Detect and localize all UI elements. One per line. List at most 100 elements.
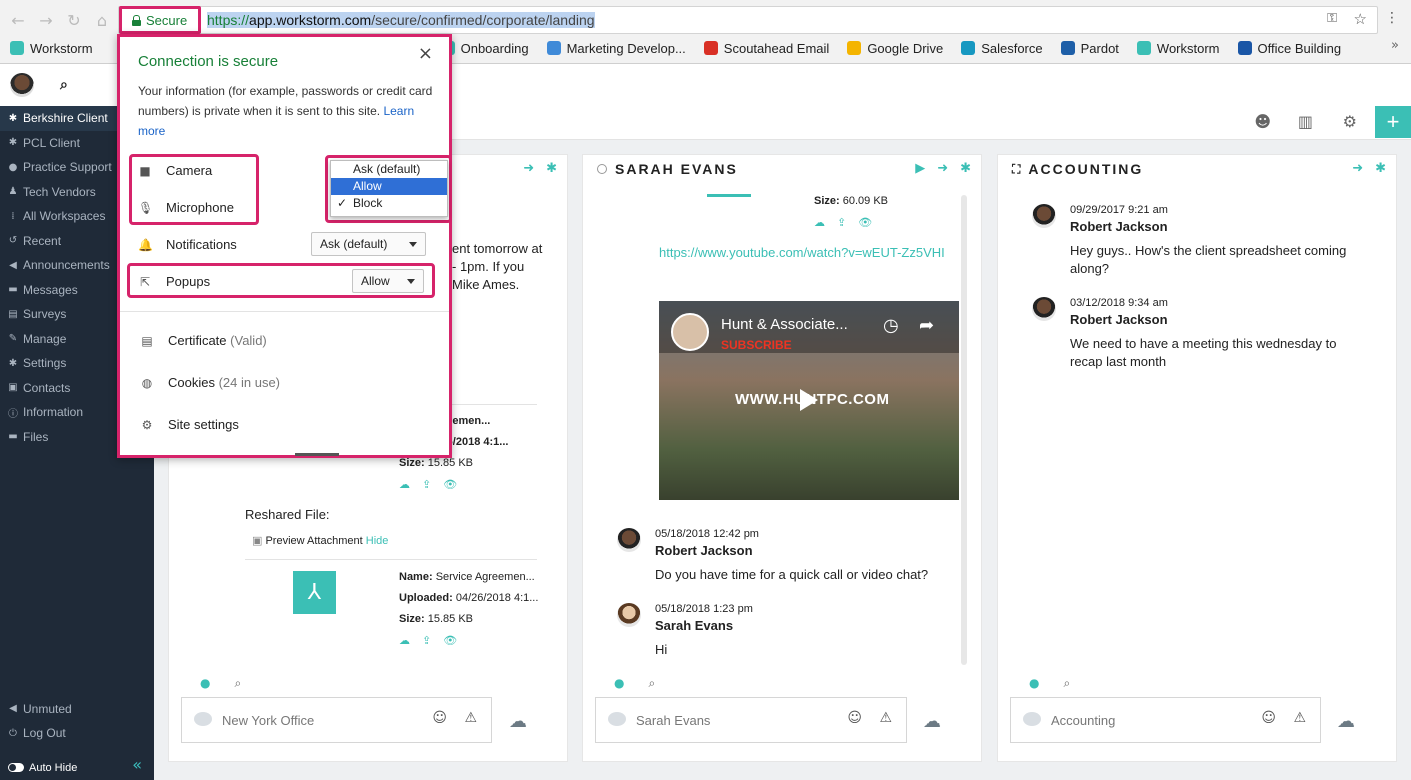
avatar[interactable] — [617, 603, 641, 627]
columns-icon[interactable]: ▥ — [1298, 112, 1313, 131]
chat-bubble-icon[interactable]: ● — [1029, 676, 1039, 691]
add-person-icon[interactable]: ☻ — [1254, 112, 1271, 131]
toggle-switch[interactable] — [8, 763, 24, 773]
bookmark-star-icon[interactable]: ☆ — [1354, 10, 1367, 28]
divider — [120, 311, 449, 312]
avatar[interactable] — [1032, 297, 1056, 321]
auto-hide-toggle[interactable]: Auto Hide — [0, 756, 154, 780]
hide-link[interactable]: Hide — [366, 535, 389, 547]
message: 05/18/2018 12:42 pm Robert Jackson Do you … — [617, 528, 937, 584]
unmuted-toggle[interactable]: ◀ Unmuted — [0, 697, 154, 722]
search-icon[interactable]: ⌕ — [648, 676, 655, 691]
download-icon[interactable]: ☁ — [814, 212, 825, 233]
bookmark-item[interactable]: Office Building — [1237, 38, 1341, 58]
bookmark-item[interactable]: Workstorm — [10, 38, 93, 58]
panel-title: ACCOUNTING — [1028, 161, 1144, 177]
logout-button[interactable]: ⏻ Log Out — [0, 721, 154, 746]
message: 03/12/2018 9:34 am Robert Jackson We need … — [1032, 297, 1352, 371]
alert-icon[interactable]: ⚠ — [879, 710, 892, 726]
pdf-icon[interactable]: ⅄ — [293, 571, 336, 614]
clipboard-icon: ▤ — [8, 308, 18, 320]
upload-cloud-icon[interactable]: ☁ — [1337, 711, 1355, 732]
secure-chip[interactable]: Secure — [119, 6, 201, 34]
view-icon[interactable]: 👁 — [443, 474, 457, 495]
download-icon[interactable]: ☁ — [399, 474, 410, 495]
share-icon[interactable]: ➦ — [919, 315, 934, 336]
bookmark-item[interactable]: Google Drive — [847, 38, 943, 58]
subscribe-button[interactable]: SUBSCRIBE — [721, 338, 792, 352]
share-icon[interactable]: ⇪ — [837, 212, 846, 233]
chat-bubble-icon[interactable]: ● — [200, 676, 210, 691]
alert-icon[interactable]: ⚠ — [1293, 710, 1306, 726]
message-body: 03/12/2018 9:34 am Robert Jackson We need … — [1070, 297, 1352, 371]
bookmark-item[interactable]: Scoutahead Email — [703, 38, 829, 58]
message-time: 05/18/2018 12:42 pm — [655, 528, 759, 540]
scrollbar[interactable] — [961, 195, 967, 665]
bookmark-favicon-icon — [1136, 41, 1151, 55]
share-icon[interactable]: ⇪ — [422, 474, 431, 495]
watch-later-icon[interactable]: ◷ — [883, 315, 899, 336]
upload-cloud-icon[interactable]: ☁ — [509, 711, 527, 732]
certificate-row[interactable]: ▤ Certificate (Valid) — [140, 333, 266, 348]
close-icon[interactable]: × — [418, 43, 433, 64]
chat-bubble-icon[interactable]: ● — [614, 676, 624, 691]
video-call-icon[interactable]: ▶ — [915, 161, 927, 176]
dropdown-option[interactable]: Ask (default) — [331, 161, 447, 178]
settings-gear-icon[interactable]: ⚙ — [1343, 112, 1357, 131]
alert-icon[interactable]: ⚠ — [464, 710, 477, 726]
video-embed[interactable]: Hunt & Associate... SUBSCRIBE ◷ ➦ WWW.HU… — [659, 301, 959, 500]
search-icon[interactable]: ⌕ — [234, 676, 241, 691]
partial-message: ent tomorrow at - 1pm. If you Mike Ames. — [452, 241, 543, 292]
forward-icon[interactable]: → — [34, 8, 58, 32]
dropdown-option[interactable]: Allow — [331, 178, 447, 195]
add-button[interactable]: + — [1375, 106, 1411, 138]
view-icon[interactable]: 👁 — [443, 630, 457, 651]
play-icon[interactable] — [800, 389, 818, 411]
bookmark-item[interactable]: Marketing Develop... — [546, 38, 686, 58]
site-settings-row[interactable]: ⚙ Site settings — [140, 417, 239, 432]
forward-arrow-icon[interactable]: ➜ — [1352, 161, 1365, 176]
download-icon[interactable]: ☁ — [399, 630, 410, 651]
youtube-link[interactable]: https://www.youtube.com/watch?v=wEUT-Zz5… — [659, 244, 949, 262]
avatar[interactable] — [617, 528, 641, 552]
emoji-icon[interactable]: ☺ — [432, 710, 447, 726]
upload-cloud-icon[interactable]: ☁ — [923, 711, 941, 732]
forward-arrow-icon[interactable]: ➜ — [937, 161, 950, 176]
url-text[interactable]: https://app.workstorm.com/secure/confirm… — [207, 12, 595, 28]
search-icon[interactable]: ⌕ — [1063, 676, 1070, 691]
message-input[interactable]: New York Office ☺ ⚠ — [181, 697, 492, 743]
site-info-popup: Connection is secure × Your information … — [117, 34, 452, 458]
emoji-icon[interactable]: ☺ — [847, 710, 862, 726]
bookmark-item[interactable]: Pardot — [1060, 38, 1119, 58]
forward-arrow-icon[interactable]: ➜ — [523, 161, 536, 176]
bug-icon[interactable]: ✱ — [1375, 161, 1388, 176]
notifications-select[interactable]: Ask (default) — [311, 232, 426, 256]
message-input[interactable]: Accounting ☺ ⚠ — [1010, 697, 1321, 743]
org-chart-icon: ⛶ — [1012, 161, 1021, 176]
reload-icon[interactable]: ↻ — [62, 8, 86, 32]
address-bar[interactable]: Secure https://app.workstorm.com/secure/… — [118, 6, 1378, 34]
home-icon[interactable]: ⌂ — [90, 8, 114, 32]
avatar[interactable] — [1032, 204, 1056, 228]
popups-select[interactable]: Allow — [352, 269, 424, 293]
cookies-row[interactable]: ◍ Cookies (24 in use) — [140, 375, 280, 390]
bookmarks-more-icon[interactable]: » — [1391, 38, 1399, 53]
collapse-sidebar-icon[interactable]: « — [132, 755, 142, 774]
bookmark-item[interactable]: Onboarding — [440, 38, 529, 58]
bug-icon[interactable]: ✱ — [960, 161, 973, 176]
browser-menu-icon[interactable]: ⋮ — [1385, 10, 1399, 26]
sidebar-bottom: ◀ Unmuted ⏻ Log Out Auto Hide « — [0, 697, 154, 780]
dropdown-option[interactable]: ✓ Block — [331, 195, 447, 212]
back-icon[interactable]: ← — [6, 8, 30, 32]
avatar[interactable] — [10, 73, 34, 97]
camera-permission-dropdown[interactable]: Ask (default) Allow ✓ Block — [330, 160, 448, 217]
bug-icon[interactable]: ✱ — [546, 161, 559, 176]
view-icon[interactable]: 👁 — [858, 212, 872, 233]
emoji-icon[interactable]: ☺ — [1261, 710, 1276, 726]
search-icon[interactable]: ⌕ — [60, 77, 68, 93]
key-icon[interactable]: ⚿ — [1327, 11, 1337, 26]
message-input[interactable]: Sarah Evans ☺ ⚠ — [595, 697, 907, 743]
share-icon[interactable]: ⇪ — [422, 630, 431, 651]
bookmark-item[interactable]: Workstorm — [1136, 38, 1220, 58]
bookmark-item[interactable]: Salesforce — [961, 38, 1043, 58]
